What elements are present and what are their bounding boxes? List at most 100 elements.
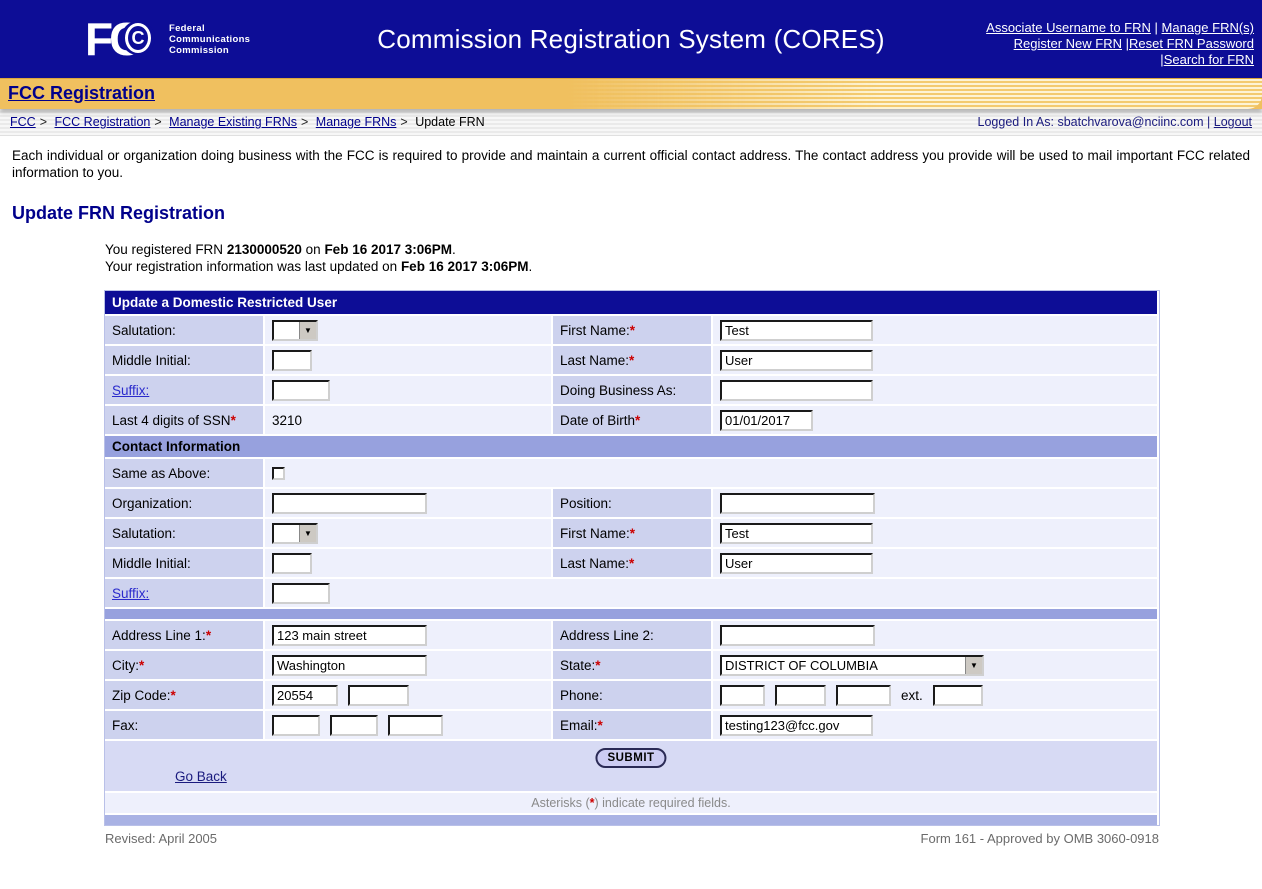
form-actions-row: SUBMIT Go Back: [105, 741, 1157, 791]
city-label: City:*: [105, 651, 263, 679]
position-label: Position:: [553, 489, 711, 517]
footer-form-approval-text: Form 161 - Approved by OMB 3060-0918: [921, 831, 1159, 846]
manage-frns-link[interactable]: Manage FRN(s): [1162, 20, 1254, 35]
logged-in-status: Logged In As: sbatchvarova@nciinc.com | …: [978, 115, 1252, 129]
phone-area-input[interactable]: [720, 685, 765, 706]
breadcrumb-manage-frns[interactable]: Manage FRNs: [316, 115, 397, 129]
contact-suffix-link[interactable]: Suffix:: [112, 586, 149, 601]
state-label: State:*: [553, 651, 711, 679]
phone-label: Phone:: [553, 681, 711, 709]
email-input[interactable]: [720, 715, 873, 736]
phone-ext-label: ext.: [901, 688, 923, 703]
ssn-label: Last 4 digits of SSN*: [105, 406, 263, 434]
section-separator: [105, 609, 1157, 619]
suffix-input[interactable]: [272, 380, 330, 401]
registration-info: You registered FRN 2130000520 on Feb 16 …: [105, 242, 1262, 275]
breadcrumb: FCC> FCC Registration> Manage Existing F…: [10, 115, 485, 129]
middle-initial-label: Middle Initial:: [105, 346, 263, 374]
contact-suffix-label: Suffix:: [105, 579, 263, 607]
dropdown-arrow-icon: ▼: [965, 657, 982, 674]
gold-banner: FCC Registration: [0, 78, 1262, 109]
address2-label: Address Line 2:: [553, 621, 711, 649]
contact-suffix-input[interactable]: [272, 583, 330, 604]
logged-in-text: Logged In As: sbatchvarova@nciinc.com: [978, 115, 1204, 129]
header-links: Associate Username to FRN | Manage FRN(s…: [986, 20, 1254, 68]
dba-input[interactable]: [720, 380, 873, 401]
footer-revised-text: Revised: April 2005: [105, 831, 217, 846]
top-header-bar: FC C Federal Communications Commission C…: [0, 0, 1262, 78]
last-name-label: Last Name:*: [553, 346, 711, 374]
update-frn-form: Update a Domestic Restricted User Saluta…: [105, 291, 1159, 825]
registration-info-line2: Your registration information was last u…: [105, 259, 1262, 276]
first-name-input[interactable]: [720, 320, 873, 341]
fax-area-input[interactable]: [272, 715, 320, 736]
dob-label: Date of Birth*: [553, 406, 711, 434]
breadcrumb-bar: FCC> FCC Registration> Manage Existing F…: [0, 109, 1262, 136]
dropdown-arrow-icon: ▼: [299, 322, 316, 339]
contact-last-name-label: Last Name:*: [553, 549, 711, 577]
fax-line-input[interactable]: [388, 715, 443, 736]
same-as-above-label: Same as Above:: [105, 459, 263, 487]
organization-input[interactable]: [272, 493, 427, 514]
salutation-select[interactable]: ▼: [272, 320, 318, 341]
contact-first-name-input[interactable]: [720, 523, 873, 544]
same-as-above-checkbox[interactable]: [272, 467, 285, 480]
logout-link[interactable]: Logout: [1214, 115, 1252, 129]
page-footer: Revised: April 2005 Form 161 - Approved …: [105, 831, 1159, 846]
contact-first-name-label: First Name:*: [553, 519, 711, 547]
ssn-value: 3210: [265, 406, 551, 434]
register-new-frn-link[interactable]: Register New FRN: [1014, 36, 1122, 51]
email-label: Email:*: [553, 711, 711, 739]
frn-number: 2130000520: [227, 242, 302, 257]
address2-input[interactable]: [720, 625, 875, 646]
contact-middle-initial-input[interactable]: [272, 553, 312, 574]
section-header-contact-information: Contact Information: [105, 436, 1157, 457]
phone-ext-input[interactable]: [933, 685, 983, 706]
city-input[interactable]: [272, 655, 427, 676]
breadcrumb-fcc-registration[interactable]: FCC Registration: [55, 115, 151, 129]
search-for-frn-link[interactable]: Search for FRN: [1164, 52, 1254, 67]
zip-input[interactable]: [272, 685, 338, 706]
page-title: Update FRN Registration: [12, 203, 1262, 224]
address1-label: Address Line 1:*: [105, 621, 263, 649]
registration-info-line1: You registered FRN 2130000520 on Feb 16 …: [105, 242, 1262, 259]
intro-paragraph: Each individual or organization doing bu…: [12, 148, 1250, 181]
phone-prefix-input[interactable]: [775, 685, 826, 706]
contact-salutation-label: Salutation:: [105, 519, 263, 547]
reset-frn-password-link[interactable]: Reset FRN Password: [1129, 36, 1254, 51]
section-header-domestic-user: Update a Domestic Restricted User: [105, 291, 1157, 314]
required-fields-note: Asterisks (*) indicate required fields.: [105, 793, 1157, 813]
middle-initial-input[interactable]: [272, 350, 312, 371]
breadcrumb-fcc[interactable]: FCC: [10, 115, 36, 129]
fax-prefix-input[interactable]: [330, 715, 378, 736]
gold-banner-stripes: [568, 79, 1262, 109]
table-bottom-bar: [105, 815, 1157, 825]
submit-button[interactable]: SUBMIT: [595, 748, 666, 768]
associate-username-link[interactable]: Associate Username to FRN: [986, 20, 1151, 35]
go-back-link[interactable]: Go Back: [175, 769, 227, 784]
breadcrumb-current: Update FRN: [415, 115, 484, 129]
fcc-registration-link[interactable]: FCC Registration: [8, 83, 155, 104]
suffix-link[interactable]: Suffix:: [112, 383, 149, 398]
zip-label: Zip Code: *: [105, 681, 263, 709]
state-select[interactable]: DISTRICT OF COLUMBIA▼: [720, 655, 984, 676]
fax-label: Fax:: [105, 711, 263, 739]
last-name-input[interactable]: [720, 350, 873, 371]
dropdown-arrow-icon: ▼: [299, 525, 316, 542]
position-input[interactable]: [720, 493, 875, 514]
organization-label: Organization:: [105, 489, 263, 517]
address1-input[interactable]: [272, 625, 427, 646]
breadcrumb-manage-existing-frns[interactable]: Manage Existing FRNs: [169, 115, 297, 129]
phone-line-input[interactable]: [836, 685, 891, 706]
contact-middle-initial-label: Middle Initial:: [105, 549, 263, 577]
zip-plus4-input[interactable]: [348, 685, 409, 706]
salutation-label: Salutation:: [105, 316, 263, 344]
first-name-label: First Name:*: [553, 316, 711, 344]
contact-salutation-select[interactable]: ▼: [272, 523, 318, 544]
registered-date: Feb 16 2017 3:06PM: [324, 242, 452, 257]
contact-last-name-input[interactable]: [720, 553, 873, 574]
dba-label: Doing Business As:: [553, 376, 711, 404]
dob-input[interactable]: [720, 410, 813, 431]
last-updated-date: Feb 16 2017 3:06PM: [401, 259, 529, 274]
suffix-label: Suffix:: [105, 376, 263, 404]
